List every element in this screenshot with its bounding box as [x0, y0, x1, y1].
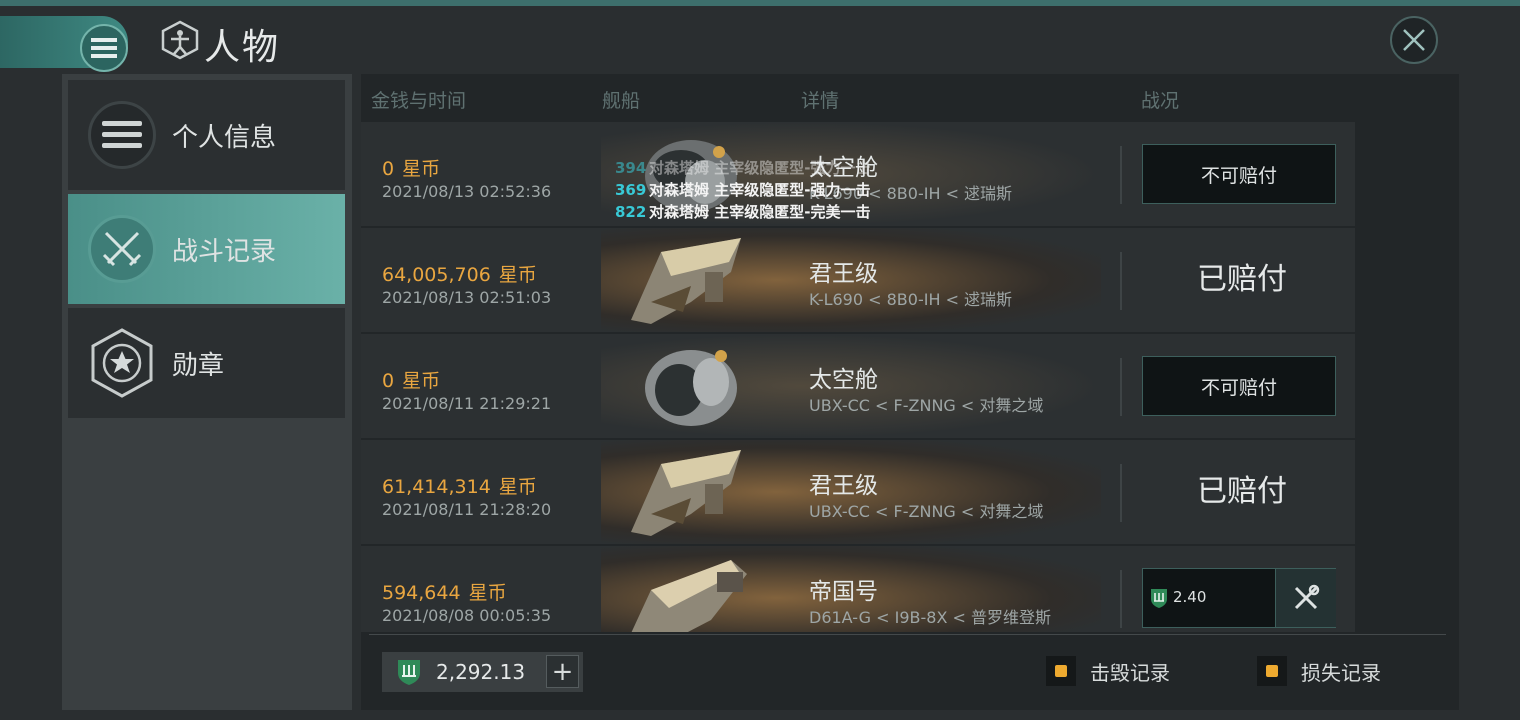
divider	[1120, 252, 1122, 310]
close-button[interactable]	[1390, 16, 1438, 64]
status-not-compensable: 不可赔付	[1142, 356, 1336, 416]
insurance-balance: 2,292.13 +	[382, 652, 583, 692]
column-header-money-time: 金钱与时间	[371, 90, 467, 112]
timestamp: 2021/08/13 02:51:03	[382, 288, 552, 307]
legend-marker-icon	[1046, 656, 1076, 686]
add-balance-button[interactable]: +	[546, 655, 579, 688]
combat-log-line: 822 对森塔姆 主宰级隐匿型-完美一击	[615, 203, 871, 221]
table-row[interactable]: 594,644 星币 2021/08/08 00:05:35 帝国号 D61A-G…	[361, 546, 1355, 632]
legend-marker-icon	[1257, 656, 1287, 686]
battleship-icon	[631, 238, 741, 324]
ship-name: 帝国号	[809, 579, 878, 605]
amount-text: 0 星币	[382, 370, 441, 392]
amount-text: 64,005,706 星币	[382, 264, 537, 286]
menu-icon	[91, 38, 117, 58]
legend-kill-records[interactable]: 击毁记录	[1046, 656, 1170, 686]
divider	[1120, 146, 1122, 204]
timestamp: 2021/08/11 21:29:21	[382, 394, 552, 413]
amount-text: 594,644 星币	[382, 582, 507, 604]
sidebar-item-label: 战斗记录	[172, 236, 277, 267]
footer-divider	[369, 634, 1446, 635]
location-path: K-L690 < 8B0-IH < 逑瑞斯	[809, 290, 1013, 309]
amount-text: 61,414,314 星币	[382, 476, 537, 498]
timestamp: 2021/08/11 21:28:20	[382, 500, 552, 519]
legend-loss-records[interactable]: 损失记录	[1257, 656, 1381, 686]
page-title: 人物	[204, 27, 281, 68]
vitruvian-cube-icon	[161, 20, 199, 60]
combat-log-overlay: 394 对森塔姆 主宰级隐匿型-强力一击 369 对森塔姆 主宰级隐匿型-强力一击 …	[615, 157, 870, 223]
balance-value: 2,292.13	[436, 660, 526, 684]
divider	[1120, 358, 1122, 416]
amount-text: 0 星币	[382, 158, 441, 180]
location-path: UBX-CC < F-ZNNG < 对舞之域	[809, 502, 1044, 521]
ship-name: 太空舱	[809, 367, 878, 393]
sidebar-item-label: 个人信息	[172, 122, 277, 153]
status-compensated: 已赔付	[1197, 474, 1287, 509]
close-icon	[1403, 29, 1425, 51]
sidebar-item-medals[interactable]: 勋章	[68, 308, 345, 418]
star-hexagon-icon	[88, 328, 156, 398]
combat-record-panel: 金钱与时间 舰船 详情 战况 0 星币 2021/08/13 02:52:36 太…	[361, 74, 1459, 710]
sidebar-item-personal-info[interactable]: 个人信息	[68, 80, 345, 190]
divider	[1120, 464, 1122, 522]
combat-log-line: 369 对森塔姆 主宰级隐匿型-强力一击	[615, 181, 871, 199]
sidebar-item-combat-records[interactable]: 战斗记录	[68, 194, 345, 304]
sidebar: 个人信息 战斗记录 勋章	[62, 74, 352, 710]
column-header-ship: 舰船	[602, 90, 641, 112]
sidebar-item-label: 勋章	[172, 350, 225, 381]
menu-button[interactable]	[80, 24, 128, 72]
table-row[interactable]: 0 星币 2021/08/11 21:29:21 太空舱 UBX-CC < F-Z…	[361, 334, 1355, 438]
empire-ship-icon	[631, 560, 747, 632]
insurance-shield-icon	[398, 660, 420, 685]
ship-name: 君王级	[809, 261, 878, 287]
divider	[1120, 570, 1122, 628]
legend-label: 损失记录	[1301, 660, 1381, 685]
capsule-ship-icon	[645, 350, 737, 426]
insurance-shield-icon	[1151, 589, 1167, 608]
table-row[interactable]: 61,414,314 星币 2021/08/11 21:28:20 君王级 UBX…	[361, 440, 1355, 544]
tools-icon	[1294, 584, 1320, 610]
battleship-icon	[631, 450, 741, 536]
crossed-swords-icon	[88, 215, 156, 283]
timestamp: 2021/08/13 02:52:36	[382, 182, 552, 201]
repair-tools-button[interactable]	[1275, 569, 1336, 627]
ship-name: 君王级	[809, 473, 878, 499]
column-header-details: 详情	[801, 90, 840, 112]
combat-log-line: 394 对森塔姆 主宰级隐匿型-强力一击	[615, 159, 871, 177]
status-not-compensable: 不可赔付	[1142, 144, 1336, 204]
menu-pill	[0, 16, 128, 72]
location-path: UBX-CC < F-ZNNG < 对舞之域	[809, 396, 1044, 415]
table-row[interactable]: 64,005,706 星币 2021/08/13 02:51:03 君王级 K-L…	[361, 228, 1355, 332]
list-icon	[88, 101, 156, 169]
legend-label: 击毁记录	[1090, 660, 1170, 685]
column-header-status: 战况	[1141, 90, 1180, 112]
insurance-value: 2.40	[1173, 588, 1207, 606]
location-path: D61A-G < I9B-8X < 普罗维登斯	[809, 608, 1051, 627]
header: 人物	[0, 6, 1520, 74]
timestamp: 2021/08/08 00:05:35	[382, 606, 552, 625]
insurance-widget[interactable]: 2.40	[1142, 568, 1336, 628]
status-compensated: 已赔付	[1197, 262, 1287, 297]
